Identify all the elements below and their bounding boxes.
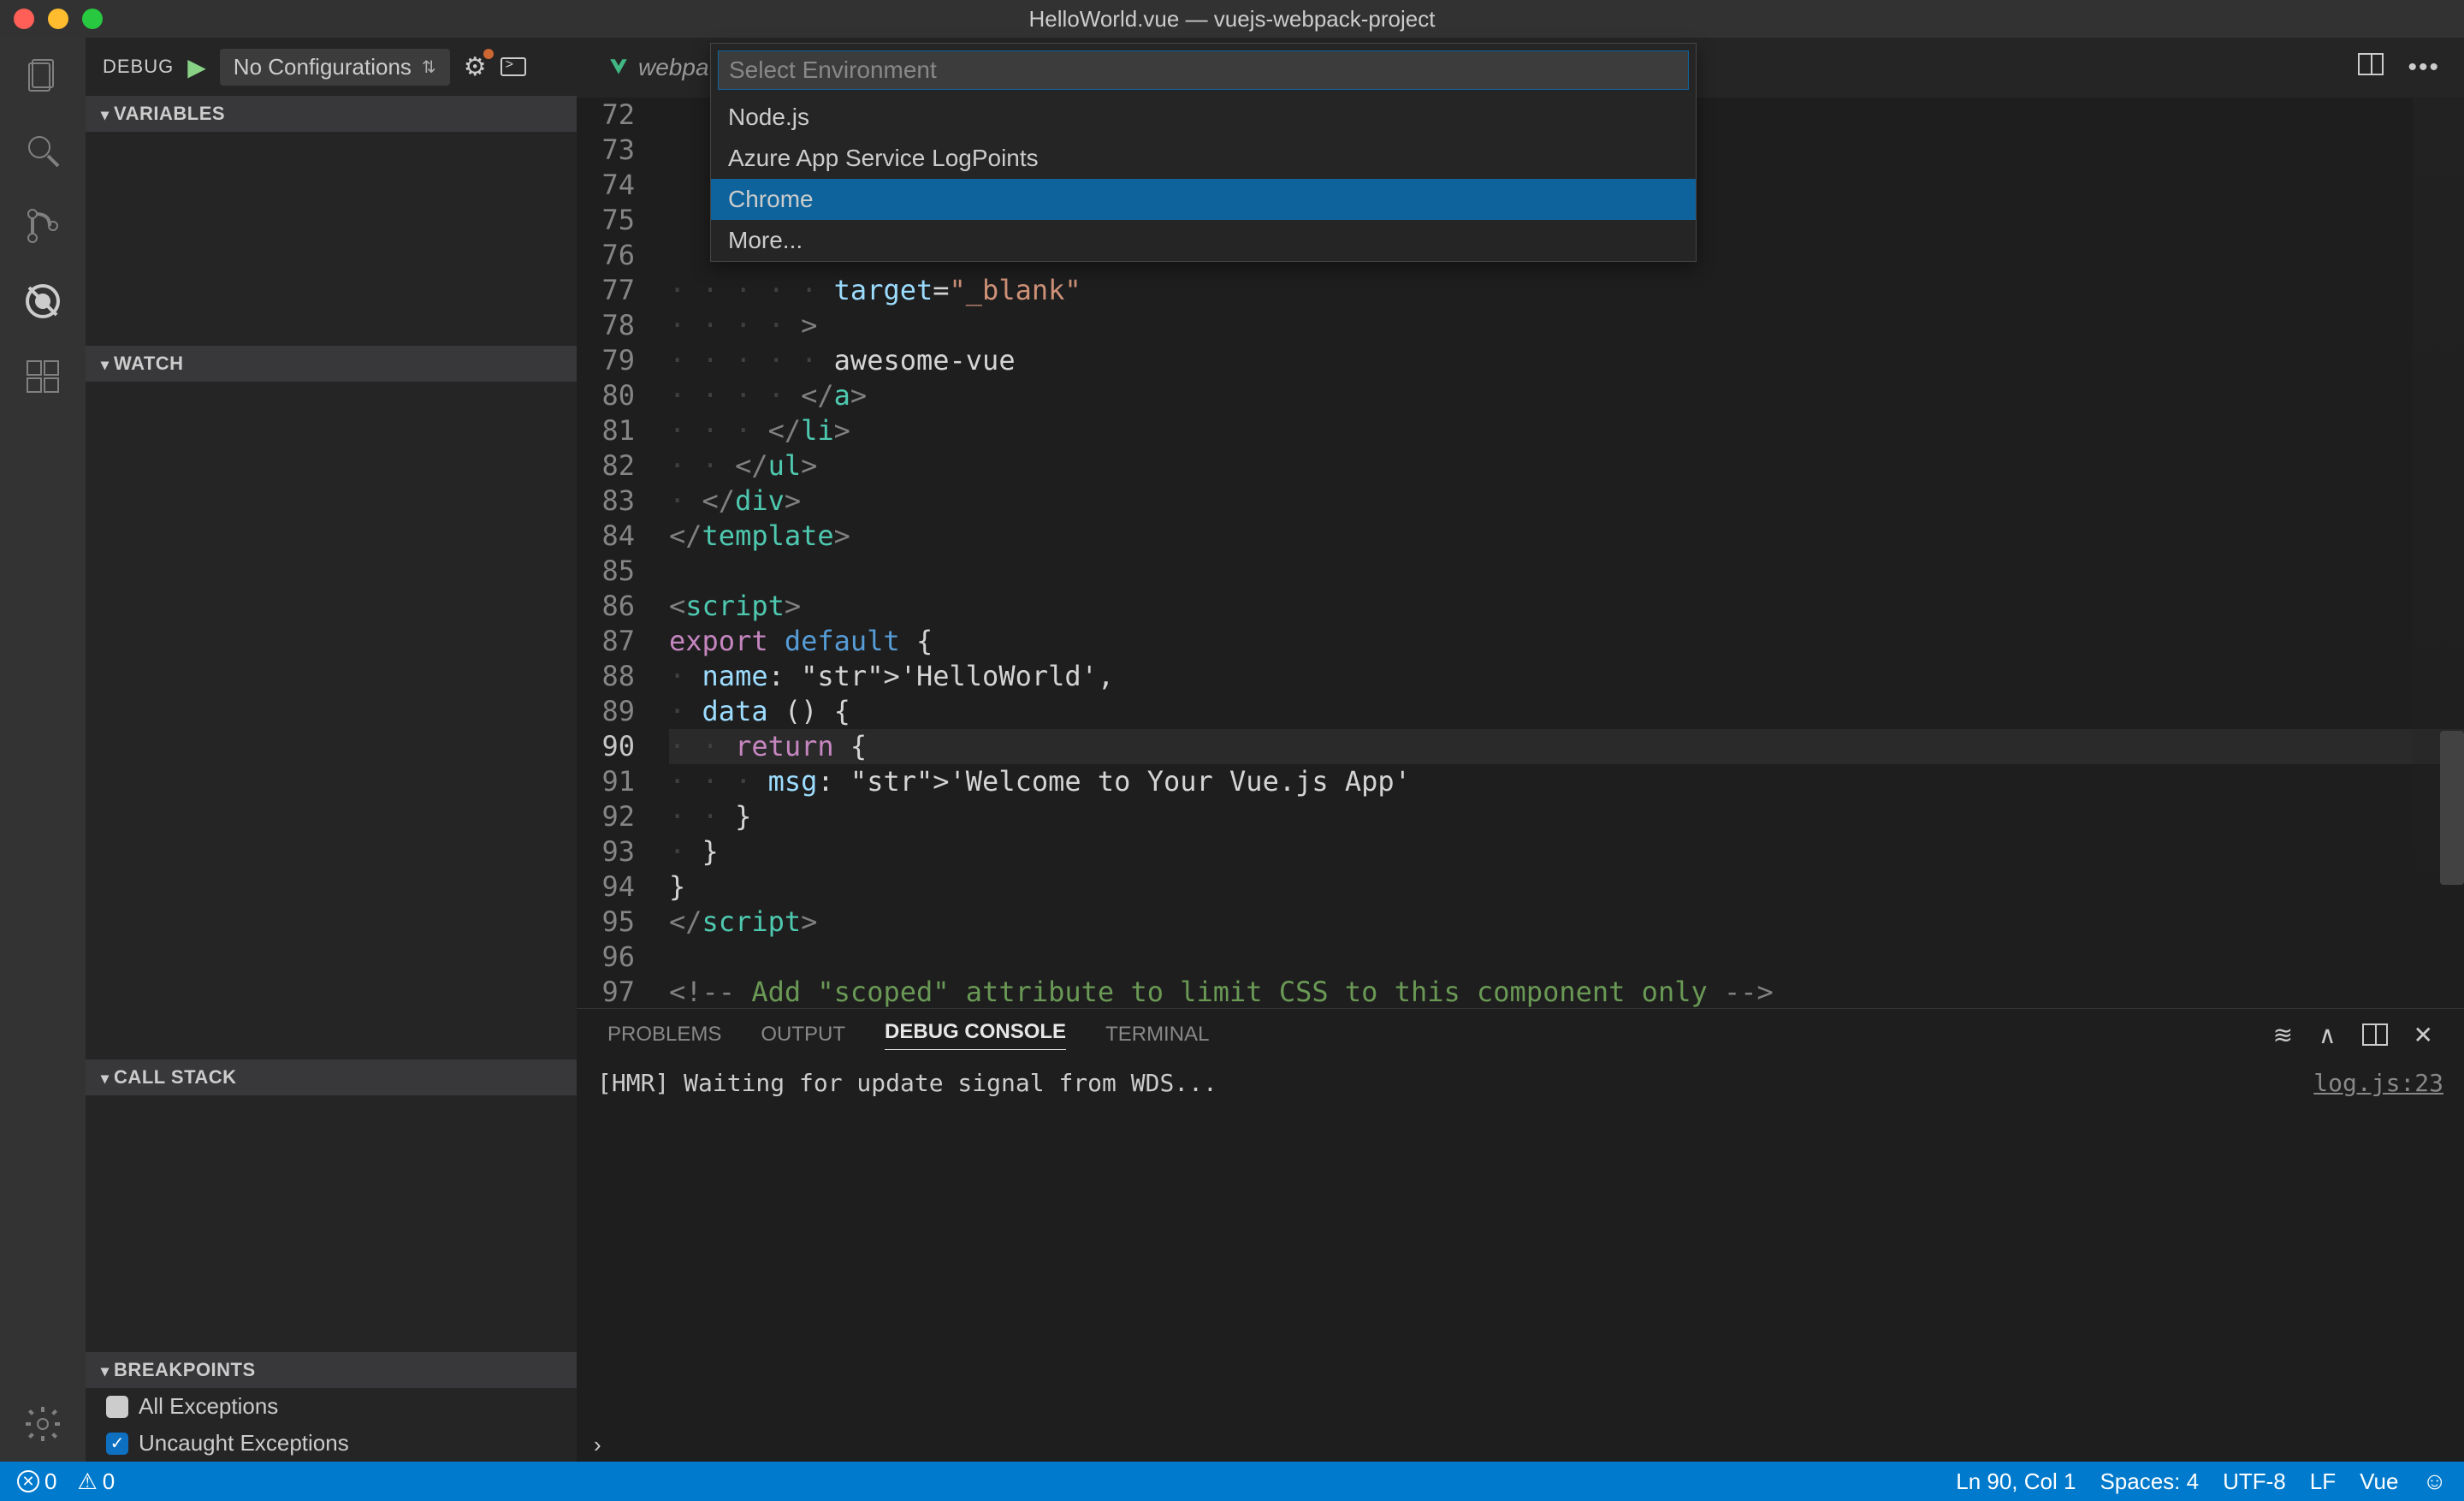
environment-option[interactable]: Chrome	[711, 179, 1696, 220]
status-warnings[interactable]: ⚠0	[77, 1468, 115, 1495]
titlebar: HelloWorld.vue — vuejs-webpack-project	[0, 0, 2464, 38]
extensions-icon[interactable]	[22, 356, 63, 397]
debug-console-toggle[interactable]	[500, 57, 526, 76]
status-spaces[interactable]: Spaces: 4	[2100, 1468, 2199, 1495]
breakpoint-label: All Exceptions	[139, 1393, 278, 1420]
debug-console-input[interactable]: ›	[577, 1427, 2464, 1462]
breakpoint-all-exceptions[interactable]: All Exceptions	[86, 1388, 577, 1425]
prompt-icon: ›	[594, 1432, 601, 1458]
environment-option[interactable]: Azure App Service LogPoints	[711, 138, 1696, 179]
more-actions-icon[interactable]: •••	[2408, 53, 2440, 82]
activity-bar	[0, 38, 86, 1462]
error-icon: ✕	[17, 1470, 39, 1492]
explorer-icon[interactable]	[22, 55, 63, 96]
environment-option[interactable]: Node.js	[711, 97, 1696, 138]
panel-tab-debug-console[interactable]: DEBUG CONSOLE	[885, 1020, 1066, 1050]
search-icon[interactable]	[22, 130, 63, 171]
status-errors[interactable]: ✕0	[17, 1468, 56, 1495]
close-window[interactable]	[14, 9, 34, 29]
vertical-scrollbar[interactable]	[2440, 731, 2464, 885]
breakpoint-uncaught-exceptions[interactable]: ✓ Uncaught Exceptions	[86, 1425, 577, 1462]
checkbox-unchecked-icon[interactable]	[106, 1396, 128, 1418]
window-title: HelloWorld.vue — vuejs-webpack-project	[1029, 6, 1436, 33]
line-gutter: 7273747576777879808182838485868788899091…	[577, 98, 660, 1008]
debug-console-output[interactable]: [HMR] Waiting for update signal from WDS…	[577, 1060, 2464, 1427]
section-variables-header[interactable]: VARIABLES	[86, 96, 577, 132]
console-source-link[interactable]: log.js:23	[2313, 1069, 2443, 1097]
source-control-icon[interactable]	[22, 205, 63, 246]
section-watch-header[interactable]: WATCH	[86, 346, 577, 382]
checkbox-checked-icon[interactable]: ✓	[106, 1433, 128, 1455]
status-encoding[interactable]: UTF-8	[2223, 1468, 2286, 1495]
section-callstack-header[interactable]: CALL STACK	[86, 1059, 577, 1095]
close-panel-icon[interactable]: ✕	[2414, 1021, 2433, 1049]
debug-sidebar: DEBUG ▶ No Configurations ⇅ ⚙ VARIABLES …	[86, 38, 577, 1462]
section-callstack-body	[86, 1095, 577, 1352]
environment-input[interactable]	[718, 50, 1689, 90]
panel-actions: ≋ ∧ ✕	[2273, 1021, 2433, 1049]
filter-icon[interactable]: ≋	[2273, 1021, 2293, 1049]
environment-dropdown: Node.jsAzure App Service LogPointsChrome…	[710, 43, 1697, 262]
maximize-panel-icon[interactable]	[2362, 1023, 2388, 1046]
debug-toolbar: DEBUG ▶ No Configurations ⇅ ⚙	[86, 38, 577, 96]
split-editor-icon[interactable]	[2358, 53, 2384, 75]
settings-icon[interactable]	[22, 1403, 63, 1445]
debug-settings-button[interactable]: ⚙	[464, 52, 487, 82]
feedback-icon[interactable]: ☺	[2422, 1468, 2447, 1495]
section-watch-body	[86, 382, 577, 1059]
vue-file-icon	[607, 56, 630, 79]
debug-config-label: No Configurations	[234, 54, 412, 80]
editor-actions: •••	[2358, 53, 2450, 82]
warning-icon: ⚠	[77, 1468, 97, 1495]
minimize-window[interactable]	[48, 9, 68, 29]
panel-tabs: PROBLEMS OUTPUT DEBUG CONSOLE TERMINAL ≋…	[577, 1009, 2464, 1060]
maximize-window[interactable]	[82, 9, 103, 29]
start-debug-button[interactable]: ▶	[187, 53, 206, 81]
environment-option[interactable]: More...	[711, 220, 1696, 261]
status-language[interactable]: Vue	[2360, 1468, 2398, 1495]
tab-filename: webpa	[638, 54, 709, 81]
editor-tab-active[interactable]: webpa	[590, 38, 726, 98]
panel-tab-problems[interactable]: PROBLEMS	[607, 1023, 721, 1047]
collapse-panel-icon[interactable]: ∧	[2319, 1021, 2337, 1049]
status-cursor[interactable]: Ln 90, Col 1	[1956, 1468, 2076, 1495]
debug-view-label: DEBUG	[103, 56, 174, 78]
section-breakpoints-body: All Exceptions ✓ Uncaught Exceptions	[86, 1388, 577, 1462]
debug-config-select[interactable]: No Configurations ⇅	[220, 49, 450, 86]
debug-icon[interactable]	[22, 281, 63, 322]
panel-tab-terminal[interactable]: TERMINAL	[1105, 1023, 1209, 1047]
console-log-line: [HMR] Waiting for update signal from WDS…	[597, 1069, 1217, 1097]
window-controls	[14, 9, 103, 29]
select-arrows-icon: ⇅	[422, 56, 436, 78]
section-breakpoints-header[interactable]: BREAKPOINTS	[86, 1352, 577, 1388]
section-variables-body	[86, 132, 577, 346]
panel-tab-output[interactable]: OUTPUT	[761, 1023, 845, 1047]
statusbar: ✕0 ⚠0 Ln 90, Col 1 Spaces: 4 UTF-8 LF Vu…	[0, 1462, 2464, 1501]
environment-list: Node.jsAzure App Service LogPointsChrome…	[711, 97, 1696, 261]
status-eol[interactable]: LF	[2310, 1468, 2336, 1495]
bottom-panel: PROBLEMS OUTPUT DEBUG CONSOLE TERMINAL ≋…	[577, 1008, 2464, 1462]
breakpoint-label: Uncaught Exceptions	[139, 1430, 349, 1457]
